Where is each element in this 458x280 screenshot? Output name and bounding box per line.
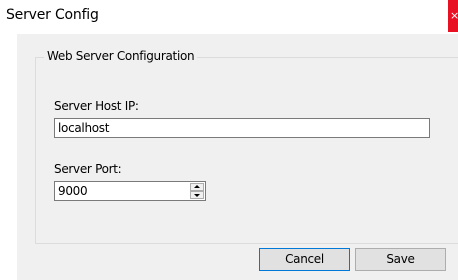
server-port-stepper[interactable]: 9000	[54, 181, 206, 201]
server-port-label: Server Port:	[54, 162, 122, 176]
close-button[interactable]: ×	[448, 0, 458, 32]
window-title: Server Config	[6, 7, 99, 23]
server-host-ip-label: Server Host IP:	[54, 99, 139, 113]
server-port-value[interactable]: 9000	[58, 182, 88, 200]
server-config-dialog: Server Config × Web Server Configuration…	[0, 0, 458, 280]
arrow-down-icon	[194, 194, 200, 197]
web-server-config-group: Web Server Configuration	[35, 49, 458, 244]
dialog-client-area: Web Server Configuration Server Host IP:…	[17, 34, 458, 280]
spin-buttons	[190, 183, 204, 199]
spin-up-button[interactable]	[190, 183, 204, 191]
cancel-button[interactable]: Cancel	[259, 248, 350, 271]
title-bar[interactable]: Server Config ×	[0, 0, 458, 34]
spin-down-button[interactable]	[190, 191, 204, 199]
save-button[interactable]: Save	[355, 248, 446, 271]
arrow-up-icon	[194, 185, 200, 188]
group-legend: Web Server Configuration	[44, 49, 198, 63]
server-host-ip-input[interactable]	[54, 118, 430, 138]
close-icon: ×	[450, 9, 458, 22]
